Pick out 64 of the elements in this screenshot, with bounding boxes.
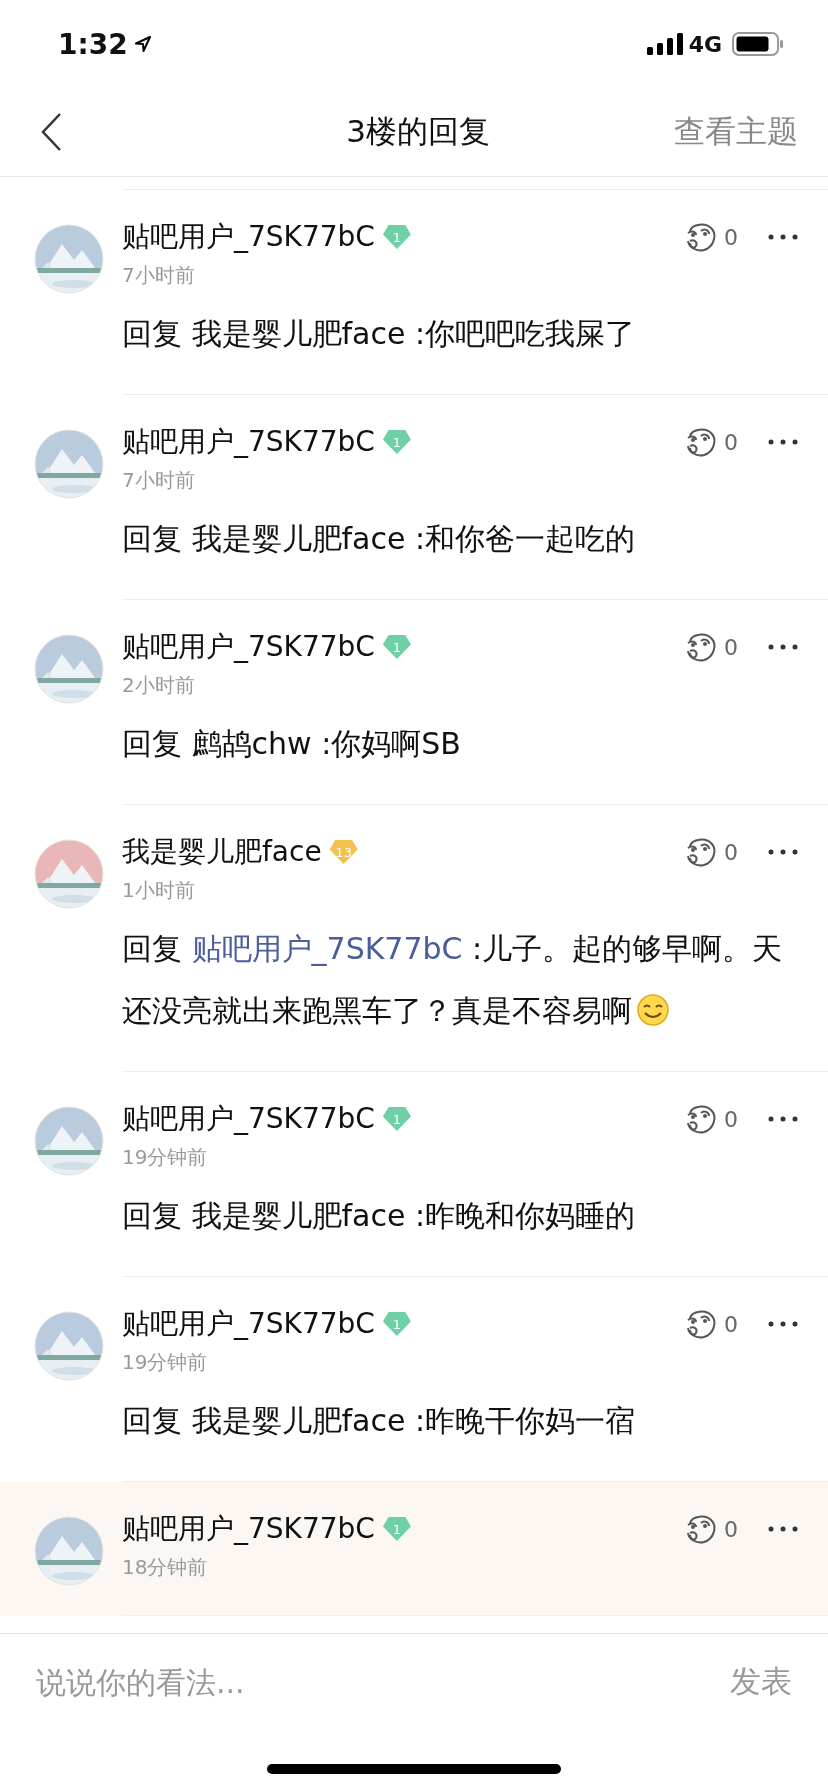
face-icon: [684, 1103, 718, 1135]
reply-text: 回复 我是婴儿肥face :和你爸一起吃的: [122, 520, 637, 558]
more-icon: [768, 644, 798, 650]
reply-to-name: 我是婴儿肥face: [191, 316, 406, 351]
like-button[interactable]: 0: [684, 1513, 738, 1545]
face-icon: [684, 1513, 718, 1545]
user-link[interactable]: 贴吧用户_7SK77bC: [191, 931, 463, 966]
level-badge: 1: [382, 635, 411, 659]
face-icon: [684, 631, 718, 663]
level-badge: 1: [382, 225, 411, 249]
post-time: 19分钟前: [122, 1144, 209, 1171]
reply-text: 回复 我是婴儿肥face :昨晚和你妈睡的: [122, 1197, 637, 1235]
level-badge: 13: [329, 840, 358, 864]
battery-icon: [732, 32, 784, 56]
more-icon: [768, 439, 798, 445]
back-icon: [40, 112, 62, 152]
reply-text: 回复 鹧鸪chw :你妈啊SB: [122, 725, 462, 763]
reply-to-name: 我是婴儿肥face: [191, 521, 406, 556]
username[interactable]: 贴吧用户_7SK77bC: [122, 218, 375, 256]
reply-to-name: 我是婴儿肥face: [191, 1403, 406, 1438]
reply-text: 回复 我是婴儿肥face :你吧吧吃我屎了: [122, 315, 637, 353]
post-time: 1小时前: [122, 877, 196, 904]
reply-to-name: 鹧鸪chw: [191, 726, 312, 761]
more-icon: [768, 1321, 798, 1327]
more-icon: [768, 1116, 798, 1122]
username[interactable]: 贴吧用户_7SK77bC: [122, 423, 375, 461]
level-badge: 1: [382, 1107, 411, 1131]
reply-text: 回复 贴吧用户_7SK77bC :儿子。起的够早啊。天还没亮就出来跑黑车了？真是不容易啊: [122, 930, 784, 1030]
username[interactable]: 贴吧用户_7SK77bC: [122, 1510, 375, 1548]
username[interactable]: 贴吧用户_7SK77bC: [122, 1305, 375, 1343]
post-time: 7小时前: [122, 262, 196, 289]
page-title: 3楼的回复: [346, 112, 490, 151]
view-topic-button[interactable]: 查看主题: [674, 111, 798, 153]
signal-icon: [646, 33, 683, 55]
face-icon: [684, 426, 718, 458]
face-icon: [684, 836, 718, 868]
face-icon: [684, 1308, 718, 1340]
more-icon: [768, 234, 798, 240]
level-badge: 1: [382, 430, 411, 454]
like-button[interactable]: 0: [684, 1308, 738, 1340]
post-time: 7小时前: [122, 467, 196, 494]
username[interactable]: 我是婴儿肥face: [122, 833, 322, 871]
location-arrow-icon: [133, 35, 152, 53]
like-button[interactable]: 0: [684, 1103, 738, 1135]
username[interactable]: 贴吧用户_7SK77bC: [122, 628, 375, 666]
status-time: 1:32: [58, 27, 128, 61]
back-button[interactable]: [40, 112, 62, 152]
post-time: 18分钟前: [122, 1554, 209, 1581]
post-time: 19分钟前: [122, 1349, 209, 1376]
face-icon: [684, 221, 718, 253]
more-icon: [768, 849, 798, 855]
more-icon: [768, 1526, 798, 1532]
reply-text: 回复 我是婴儿肥face :昨晚干你妈一宿: [122, 1402, 637, 1440]
comment-input[interactable]: 说说你的看法...: [36, 1656, 730, 1708]
like-button[interactable]: 0: [684, 221, 738, 253]
reply-to-name: 我是婴儿肥face: [191, 1198, 406, 1233]
level-badge: 1: [382, 1312, 411, 1336]
username[interactable]: 贴吧用户_7SK77bC: [122, 1100, 375, 1138]
like-button[interactable]: 0: [684, 836, 738, 868]
network-label: 4G: [688, 31, 722, 57]
like-button[interactable]: 0: [684, 631, 738, 663]
like-button[interactable]: 0: [684, 426, 738, 458]
post-time: 2小时前: [122, 672, 196, 699]
level-badge: 1: [382, 1517, 411, 1541]
